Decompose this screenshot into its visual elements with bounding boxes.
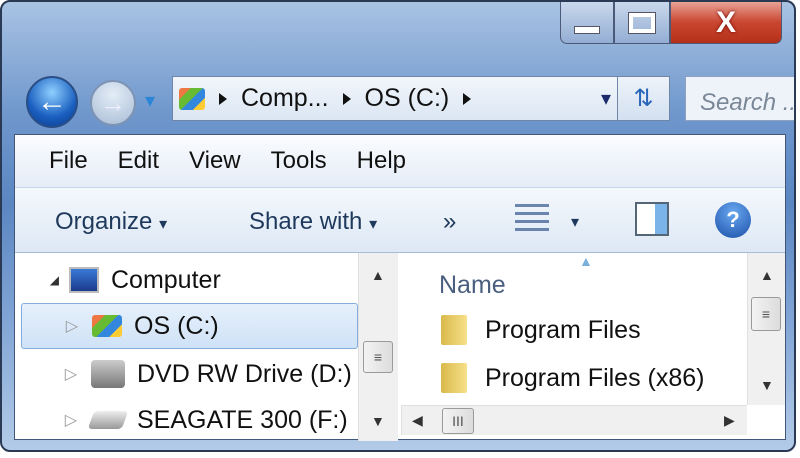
menu-help[interactable]: Help bbox=[357, 147, 406, 175]
file-list-hscrollbar[interactable]: ◀ III ▶ bbox=[401, 405, 747, 435]
view-options-icon[interactable] bbox=[515, 204, 549, 234]
tree-item-computer[interactable]: ◢ Computer bbox=[15, 257, 358, 303]
scroll-up-icon[interactable]: ▲ bbox=[371, 267, 385, 283]
file-list-vscrollbar[interactable]: ▲ ≡ ▼ bbox=[747, 253, 785, 405]
expand-icon[interactable]: ▷ bbox=[15, 410, 87, 430]
file-item[interactable]: Program Files (x86) bbox=[401, 363, 705, 393]
file-list: ▲ Name Program Files Program Files (x86) bbox=[401, 253, 747, 405]
back-button[interactable]: ← bbox=[26, 76, 78, 128]
scroll-thumb[interactable]: ≡ bbox=[363, 341, 393, 373]
maximize-button[interactable] bbox=[614, 2, 670, 44]
menu-file[interactable]: File bbox=[49, 147, 88, 175]
organize-button[interactable]: Organize ▾ bbox=[55, 208, 167, 236]
breadcrumb-os-c[interactable]: OS (C:) bbox=[365, 84, 450, 113]
tree-item-seagate[interactable]: ▷ SEAGATE 300 (F:) bbox=[15, 397, 358, 443]
explorer-window: X ← → ▾ Comp... OS (C:) ▾ ⇅ Search ... F… bbox=[0, 0, 796, 452]
scroll-thumb[interactable]: ≡ bbox=[751, 297, 781, 331]
tree-label: OS (C:) bbox=[134, 311, 219, 340]
content-area: File Edit View Tools Help Organize ▾ Sha… bbox=[14, 134, 786, 441]
recent-pages-dropdown[interactable]: ▾ bbox=[145, 88, 155, 113]
sort-ascending-icon: ▲ bbox=[579, 253, 593, 269]
help-icon[interactable]: ? bbox=[715, 202, 751, 238]
windows-drive-icon bbox=[92, 315, 122, 337]
maximize-icon bbox=[628, 11, 656, 34]
dvd-drive-icon bbox=[91, 360, 125, 388]
menu-bar: File Edit View Tools Help bbox=[15, 135, 785, 187]
drive-icon bbox=[179, 87, 205, 110]
tree-label: SEAGATE 300 (F:) bbox=[137, 405, 348, 434]
expand-icon[interactable]: ▷ bbox=[15, 364, 87, 384]
menu-view[interactable]: View bbox=[189, 147, 241, 175]
chevron-down-icon: ▾ bbox=[159, 216, 168, 233]
more-commands-button[interactable]: » bbox=[443, 208, 456, 236]
tree-item-dvd-drive[interactable]: ▷ DVD RW Drive (D:) bbox=[15, 351, 358, 397]
breadcrumb-computer[interactable]: Comp... bbox=[241, 84, 329, 113]
share-with-button[interactable]: Share with ▾ bbox=[249, 208, 377, 236]
tree-item-os-c[interactable]: ▷ OS (C:) bbox=[21, 303, 358, 349]
folder-icon bbox=[441, 315, 467, 345]
menu-tools[interactable]: Tools bbox=[271, 147, 327, 175]
scroll-up-icon[interactable]: ▲ bbox=[760, 267, 774, 283]
hard-drive-icon bbox=[87, 411, 129, 429]
collapse-icon[interactable]: ◢ bbox=[15, 273, 69, 287]
tree-label: DVD RW Drive (D:) bbox=[137, 359, 352, 388]
close-button[interactable]: X bbox=[670, 2, 782, 44]
share-label: Share with bbox=[249, 208, 363, 235]
column-header-name[interactable]: Name bbox=[439, 271, 506, 300]
scroll-down-icon[interactable]: ▼ bbox=[760, 377, 774, 393]
scroll-right-icon[interactable]: ▶ bbox=[724, 412, 735, 429]
file-name: Program Files (x86) bbox=[485, 363, 705, 392]
minimize-icon bbox=[574, 25, 600, 34]
breadcrumb-separator-icon bbox=[463, 92, 472, 105]
forward-button[interactable]: → bbox=[90, 80, 136, 126]
scroll-left-icon[interactable]: ◀ bbox=[412, 412, 423, 429]
breadcrumb-separator-icon bbox=[342, 92, 351, 105]
file-item[interactable]: Program Files bbox=[401, 315, 641, 345]
organize-label: Organize bbox=[55, 208, 153, 235]
refresh-button[interactable]: ⇅ bbox=[618, 76, 670, 121]
address-dropdown[interactable]: ▾ bbox=[601, 86, 611, 111]
nav-scrollbar[interactable]: ▲ ≡ ▼ bbox=[358, 253, 398, 441]
scroll-thumb[interactable]: III bbox=[442, 408, 474, 434]
breadcrumb-separator-icon bbox=[219, 92, 227, 105]
navigation-pane: ◢ Computer ▷ OS (C:) ▷ DVD RW Drive (D:)… bbox=[15, 253, 358, 441]
scroll-down-icon[interactable]: ▼ bbox=[371, 413, 385, 429]
command-bar: Organize ▾ Share with ▾ » ▾ ? bbox=[15, 187, 785, 253]
menu-edit[interactable]: Edit bbox=[118, 147, 159, 175]
chevron-down-icon: ▾ bbox=[369, 216, 378, 233]
view-dropdown[interactable]: ▾ bbox=[571, 212, 579, 232]
preview-pane-icon[interactable] bbox=[635, 202, 669, 236]
file-name: Program Files bbox=[485, 315, 641, 344]
expand-icon[interactable]: ▷ bbox=[22, 316, 88, 336]
folder-icon bbox=[441, 363, 467, 393]
search-input[interactable]: Search ... bbox=[685, 76, 794, 121]
minimize-button[interactable] bbox=[560, 2, 614, 44]
tree-label: Computer bbox=[111, 265, 221, 294]
computer-icon bbox=[69, 267, 99, 293]
address-bar[interactable]: Comp... OS (C:) ▾ bbox=[172, 76, 618, 121]
